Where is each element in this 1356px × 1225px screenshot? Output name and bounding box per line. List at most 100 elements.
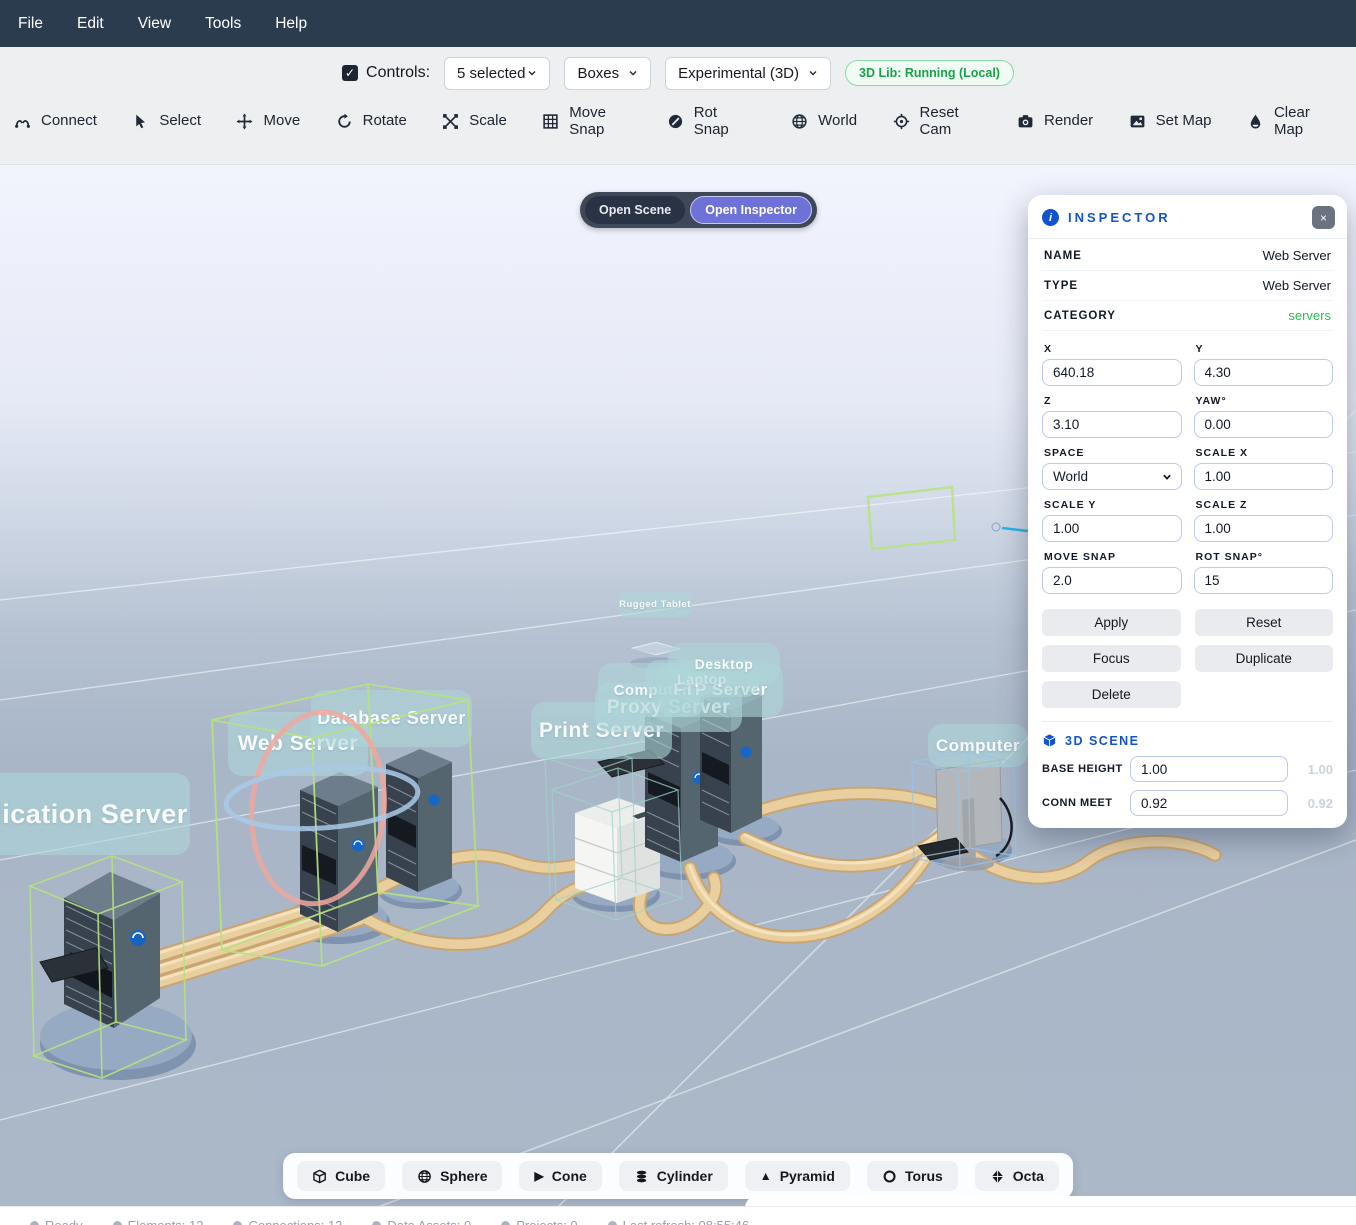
torus-shape-button[interactable]: Torus bbox=[867, 1161, 958, 1191]
chevron-down-icon bbox=[628, 68, 638, 78]
globe-icon bbox=[791, 113, 808, 130]
menu-file[interactable]: File bbox=[18, 15, 43, 33]
menu-tools[interactable]: Tools bbox=[205, 15, 241, 33]
lib-status-badge: 3D Lib: Running (Local) bbox=[845, 60, 1014, 86]
base-height-ghost: 1.00 bbox=[1308, 762, 1333, 777]
sphere-icon bbox=[417, 1169, 432, 1184]
field-scale-x: SCALE X bbox=[1194, 443, 1334, 490]
toolbar-row-tools: Connect Select Move Rotate Scale Move Sn… bbox=[0, 91, 1356, 149]
space-select[interactable]: World bbox=[1042, 463, 1182, 490]
conn-meet-row: CONN MEET 0.92 bbox=[1042, 790, 1333, 816]
open-scene-button[interactable]: Open Scene bbox=[585, 196, 685, 224]
base-height-row: BASE HEIGHT 1.00 bbox=[1042, 756, 1333, 782]
scene3d-header: 3D SCENE bbox=[1042, 733, 1333, 748]
chevron-down-icon bbox=[527, 68, 537, 78]
info-icon: i bbox=[1042, 209, 1059, 226]
set-map-tool-button[interactable]: Set Map bbox=[1129, 112, 1212, 129]
cylinder-icon bbox=[634, 1169, 649, 1184]
x-input[interactable] bbox=[1042, 359, 1182, 386]
close-icon[interactable]: × bbox=[1312, 206, 1335, 229]
menu-help[interactable]: Help bbox=[275, 15, 307, 33]
rot-snap-input[interactable] bbox=[1194, 567, 1334, 594]
status-last-refresh: Last refresh: 08:55:46 bbox=[608, 1218, 749, 1225]
field-z: Z bbox=[1042, 391, 1182, 438]
menu-view[interactable]: View bbox=[138, 15, 171, 33]
reset-cam-tool-button[interactable]: Reset Cam bbox=[893, 104, 982, 139]
status-bar: Ready Elements: 12 Connections: 13 Data … bbox=[0, 1206, 1356, 1225]
node-web-server[interactable] bbox=[300, 772, 378, 932]
yaw-input[interactable] bbox=[1194, 411, 1334, 438]
field-y: Y bbox=[1194, 339, 1334, 386]
move-tool-button[interactable]: Move bbox=[236, 112, 300, 129]
reset-button[interactable]: Reset bbox=[1195, 609, 1334, 636]
controls-checkbox[interactable]: ✓ bbox=[342, 65, 358, 81]
node-label-computer-right: Computer bbox=[928, 724, 1028, 767]
base-height-input[interactable] bbox=[1130, 756, 1288, 782]
octahedron-icon bbox=[990, 1169, 1005, 1184]
open-inspector-button[interactable]: Open Inspector bbox=[690, 196, 812, 224]
focus-button[interactable]: Focus bbox=[1042, 645, 1181, 672]
scale-y-input[interactable] bbox=[1042, 515, 1182, 542]
apply-button[interactable]: Apply bbox=[1042, 609, 1181, 636]
node-database-server[interactable] bbox=[386, 749, 452, 892]
octa-shape-button[interactable]: Octa bbox=[975, 1161, 1059, 1191]
status-dot-icon bbox=[372, 1221, 381, 1225]
cone-shape-button[interactable]: ▶ Cone bbox=[520, 1161, 602, 1191]
connect-tool-button[interactable]: Connect bbox=[14, 112, 97, 129]
select-tool-button[interactable]: Select bbox=[132, 112, 201, 129]
scale-x-input[interactable] bbox=[1194, 463, 1334, 490]
shape-mode-dropdown[interactable]: Boxes bbox=[564, 57, 651, 90]
field-x: X bbox=[1042, 339, 1182, 386]
y-input[interactable] bbox=[1194, 359, 1334, 386]
torus-icon bbox=[882, 1169, 897, 1184]
rot-snap-tool-button[interactable]: Rot Snap bbox=[667, 104, 756, 139]
scale-icon bbox=[442, 113, 459, 130]
duplicate-button[interactable]: Duplicate bbox=[1195, 645, 1334, 672]
z-input[interactable] bbox=[1042, 411, 1182, 438]
render-mode-dropdown[interactable]: Experimental (3D) bbox=[665, 57, 831, 90]
status-dot-icon bbox=[608, 1221, 617, 1225]
rotate-tool-button[interactable]: Rotate bbox=[336, 112, 407, 129]
menu-edit[interactable]: Edit bbox=[77, 15, 104, 33]
node-application-server[interactable] bbox=[40, 872, 160, 1028]
inspector-title: INSPECTOR bbox=[1068, 210, 1171, 225]
pyramid-icon: ▲ bbox=[760, 1170, 772, 1182]
cylinder-shape-button[interactable]: Cylinder bbox=[619, 1161, 728, 1191]
cube-shape-button[interactable]: Cube bbox=[297, 1161, 385, 1191]
conn-meet-input[interactable] bbox=[1130, 790, 1288, 816]
status-elements: Elements: 12 bbox=[113, 1218, 204, 1225]
node-label-application-server: Application Server bbox=[0, 773, 190, 855]
scale-z-input[interactable] bbox=[1194, 515, 1334, 542]
scale-tool-button[interactable]: Scale bbox=[442, 112, 507, 129]
clear-map-tool-button[interactable]: Clear Map bbox=[1247, 104, 1336, 139]
render-tool-button[interactable]: Render bbox=[1017, 112, 1093, 129]
node-label-desktop: Desktop bbox=[668, 643, 780, 684]
rotate-icon bbox=[336, 113, 353, 130]
world-tool-button[interactable]: World bbox=[791, 112, 857, 129]
status-connections: Connections: 13 bbox=[233, 1218, 342, 1225]
move-snap-input[interactable] bbox=[1042, 567, 1182, 594]
eraser-icon bbox=[1247, 113, 1264, 130]
inspector-row-name: NAME Web Server bbox=[1042, 241, 1333, 271]
toolbar: ✓ Controls: 5 selected Boxes Experimenta… bbox=[0, 47, 1356, 165]
node-label-database-server: Database Server bbox=[311, 690, 472, 747]
field-space: SPACE World bbox=[1042, 443, 1182, 490]
node-computer[interactable] bbox=[918, 760, 1012, 871]
status-projects: Projects: 0 bbox=[501, 1218, 577, 1225]
status-ready: Ready bbox=[30, 1218, 83, 1225]
status-data-assets: Data Assets: 0 bbox=[372, 1218, 471, 1225]
node-label-rugged-tablet: Rugged Tablet bbox=[618, 592, 692, 617]
status-dot-icon bbox=[501, 1221, 510, 1225]
sphere-shape-button[interactable]: Sphere bbox=[402, 1161, 502, 1191]
selection-count-dropdown[interactable]: 5 selected bbox=[444, 57, 550, 90]
image-icon bbox=[1129, 113, 1146, 130]
grid-icon bbox=[542, 113, 559, 130]
inspector-row-category: CATEGORY servers bbox=[1042, 301, 1333, 331]
inspector-header: i INSPECTOR × bbox=[1028, 195, 1347, 239]
move-snap-tool-button[interactable]: Move Snap bbox=[542, 104, 631, 139]
field-move-snap: MOVE SNAP bbox=[1042, 547, 1182, 594]
pyramid-shape-button[interactable]: ▲ Pyramid bbox=[745, 1161, 850, 1191]
rot-snap-icon bbox=[667, 113, 684, 130]
delete-button[interactable]: Delete bbox=[1042, 681, 1181, 708]
controls-checkbox-wrap[interactable]: ✓ Controls: bbox=[342, 64, 430, 82]
